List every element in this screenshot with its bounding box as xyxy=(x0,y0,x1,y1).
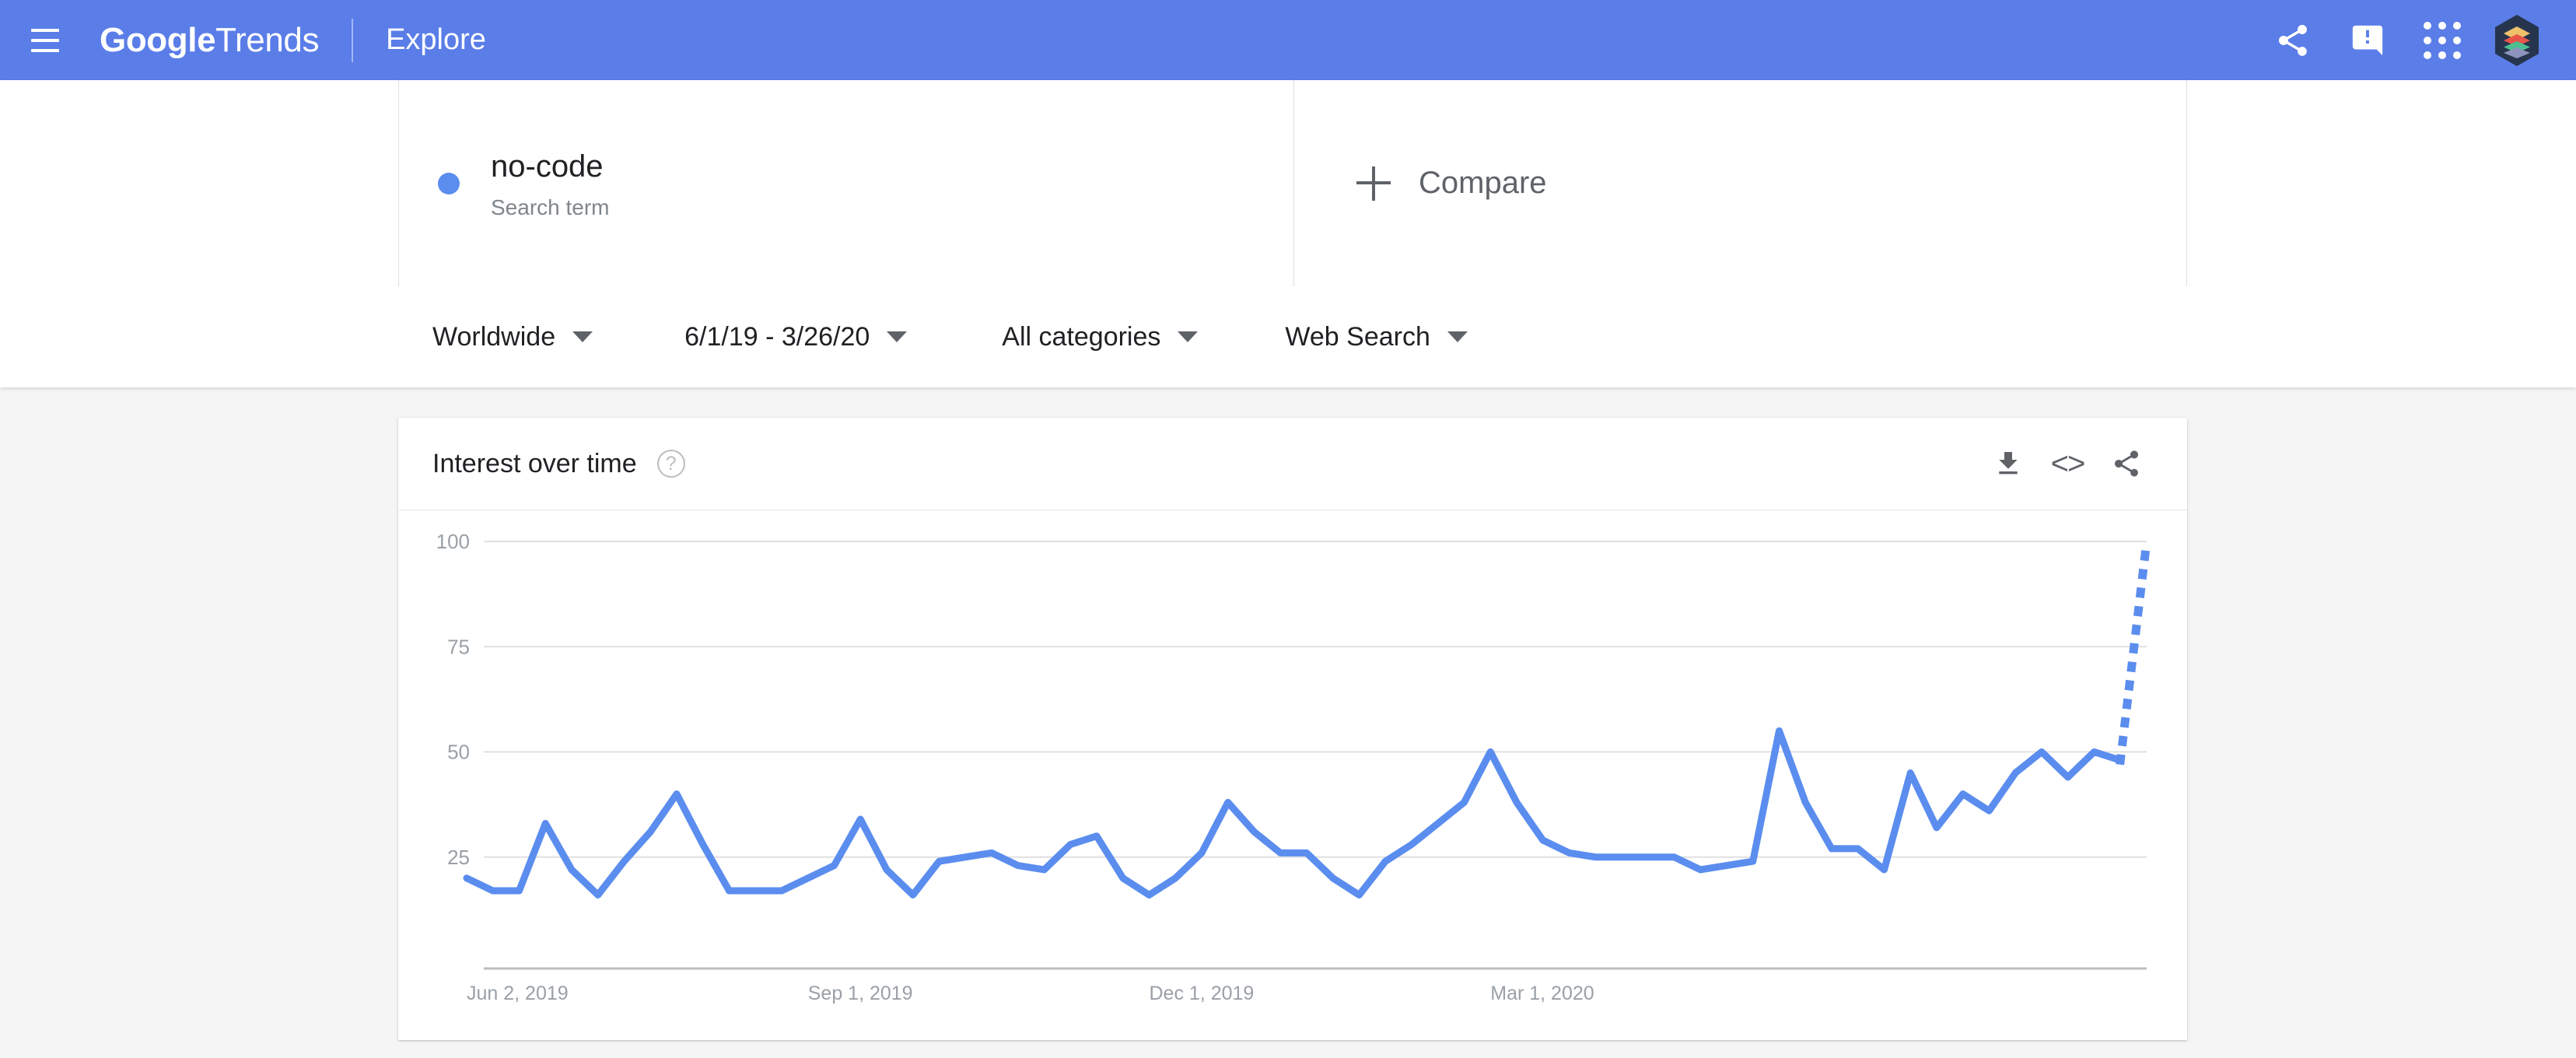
chart-card-actions: <> xyxy=(1979,434,2187,493)
app-bar: GoogleTrends Explore xyxy=(0,0,2576,80)
x-axis-tick-label: Dec 1, 2019 xyxy=(1150,983,1255,1004)
apps-grid-dots xyxy=(2424,21,2461,59)
apps-grid-icon[interactable] xyxy=(2405,3,2480,78)
term-label: no-code xyxy=(491,149,604,184)
filter-category-value: All categories xyxy=(1002,321,1161,352)
nav-explore[interactable]: Explore xyxy=(386,23,486,57)
filter-category[interactable]: All categories xyxy=(1002,321,1199,352)
hamburger-menu-icon[interactable] xyxy=(23,19,67,62)
page-title: Interest over time xyxy=(432,448,637,478)
google-trends-logo[interactable]: GoogleTrends xyxy=(100,21,319,60)
download-button[interactable] xyxy=(1979,434,2038,493)
feedback-icon[interactable] xyxy=(2330,3,2405,78)
avatar xyxy=(2490,13,2544,68)
term-type-label: Search term xyxy=(491,194,610,219)
x-axis-tick-label: Mar 1, 2020 xyxy=(1490,983,1594,1004)
filter-search-type-value: Web Search xyxy=(1285,321,1430,352)
share-icon xyxy=(2115,450,2138,477)
y-axis-tick-label: 100 xyxy=(436,530,470,553)
avatar-hexagon xyxy=(2495,14,2539,66)
filter-time-range-value: 6/1/19 - 3/26/20 xyxy=(684,321,870,352)
feedback-glyph xyxy=(2352,25,2383,55)
x-axis-tick-label: Sep 1, 2019 xyxy=(808,983,913,1004)
brand-google: Google xyxy=(100,20,216,59)
share-icon[interactable] xyxy=(2256,3,2330,78)
chart-plot-area[interactable]: 25 50 75 100 Jun 2, 2019 Sep 1, 2019 Dec 1, 20… xyxy=(398,510,2187,1040)
plus-icon xyxy=(1356,166,1391,201)
chevron-down-icon xyxy=(572,331,593,342)
chevron-down-icon xyxy=(887,331,908,342)
share-glyph xyxy=(2279,24,2307,56)
appbar-actions xyxy=(2256,3,2576,78)
y-axis-tick-label: 50 xyxy=(447,741,470,764)
account-avatar-icon[interactable] xyxy=(2480,3,2554,78)
search-terms-row: no-code Search term Compare xyxy=(0,80,2576,286)
download-icon xyxy=(1999,452,2018,475)
y-axis-tick-label: 75 xyxy=(447,635,470,658)
x-axis-tick-label: Jun 2, 2019 xyxy=(467,983,569,1004)
term-color-dot xyxy=(438,172,460,194)
compare-label: Compare xyxy=(1419,166,1547,200)
chart-line-series xyxy=(463,727,2124,899)
filter-location[interactable]: Worldwide xyxy=(432,322,593,352)
share-button[interactable] xyxy=(2097,434,2156,493)
chart-card-header: Interest over time ? <> xyxy=(398,418,2187,510)
interest-over-time-chart[interactable]: 25 50 75 100 Jun 2, 2019 Sep 1, 2019 Dec 1, 20… xyxy=(398,510,2187,1040)
filter-time-range[interactable]: 6/1/19 - 3/26/20 xyxy=(684,321,908,352)
chart-line-partial-segment xyxy=(2116,536,2152,765)
chevron-down-icon xyxy=(1447,331,1468,342)
filter-bar: Worldwide 6/1/19 - 3/26/20 All categorie… xyxy=(0,286,2576,387)
help-circle-icon[interactable]: ? xyxy=(656,450,685,478)
term-text-block: no-code Search term xyxy=(491,147,610,220)
filter-search-type[interactable]: Web Search xyxy=(1285,321,1468,352)
search-term-card[interactable]: no-code Search term xyxy=(398,80,1294,286)
hamburger-line xyxy=(31,28,59,32)
brand-trends: Trends xyxy=(215,20,320,59)
filter-location-value: Worldwide xyxy=(432,321,556,352)
y-axis-tick-label: 25 xyxy=(447,846,470,869)
appbar-divider xyxy=(352,18,354,62)
main-content: Interest over time ? <> 25 50 75 100 Jun… xyxy=(0,387,2576,1058)
interest-over-time-card: Interest over time ? <> 25 50 75 100 Jun… xyxy=(398,418,2187,1040)
compare-card[interactable]: Compare xyxy=(1294,80,2187,286)
hamburger-line xyxy=(31,38,59,42)
chevron-down-icon xyxy=(1178,331,1199,342)
embed-button[interactable]: <> xyxy=(2038,434,2097,493)
hamburger-line xyxy=(31,48,59,52)
embed-code-icon: <> xyxy=(2050,446,2086,481)
